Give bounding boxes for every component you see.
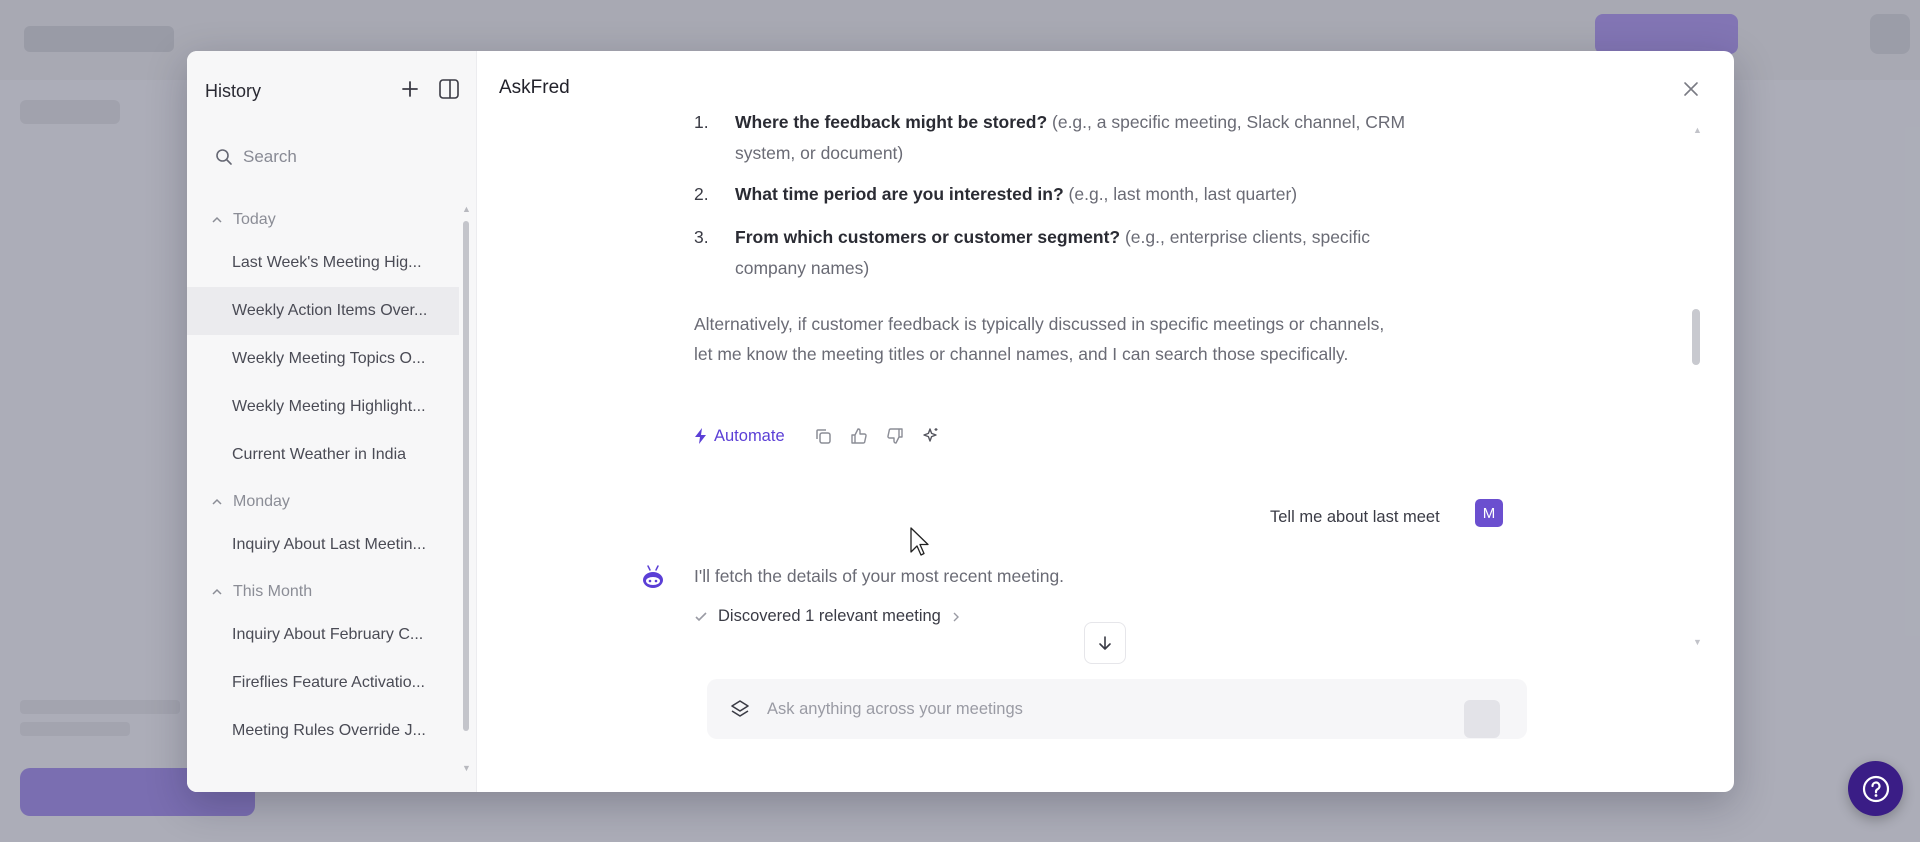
list-bold: From which customers or customer segment…	[735, 227, 1121, 247]
clarifying-question: 3. From which customers or customer segm…	[694, 222, 1414, 284]
history-item-active[interactable]: Weekly Action Items Over...	[187, 287, 459, 335]
thumbs-down-button[interactable]	[877, 421, 913, 451]
search-icon	[216, 149, 232, 165]
new-chat-button[interactable]	[394, 73, 426, 105]
sparkle-button[interactable]	[913, 421, 949, 451]
list-number: 3.	[694, 227, 709, 247]
list-bold: Where the feedback might be stored?	[735, 112, 1048, 132]
history-search[interactable]	[201, 137, 463, 177]
sidebar-scrollbar-thumb[interactable]	[463, 221, 469, 731]
user-message: Tell me about last meet	[1270, 508, 1440, 526]
chat-input[interactable]	[767, 699, 1447, 719]
group-header-this-month[interactable]: This Month	[187, 573, 459, 611]
thumbs-down-icon	[886, 428, 903, 444]
assistant-paragraph: Alternatively, if customer feedback is t…	[694, 314, 1385, 364]
user-avatar: M	[1475, 499, 1503, 527]
copy-icon	[815, 429, 831, 444]
main-title: AskFred	[499, 77, 570, 98]
bot-icon	[641, 564, 665, 595]
list-rest: (e.g., last month, last quarter)	[1063, 184, 1298, 204]
history-item[interactable]: Weekly Meeting Highlight...	[187, 383, 459, 431]
history-item[interactable]: Fireflies Feature Activatio...	[187, 659, 459, 707]
discovered-label: Discovered 1 relevant meeting	[718, 607, 941, 625]
help-button[interactable]	[1848, 761, 1903, 816]
main-scroll-up-arrow[interactable]: ▲	[1693, 125, 1702, 135]
history-list: Today Last Week's Meeting Hig... Weekly …	[187, 201, 459, 755]
clarifying-question: 1. Where the feedback might be stored? (…	[694, 107, 1414, 169]
close-icon	[1684, 82, 1698, 96]
list-bold: What time period are you interested in?	[735, 184, 1064, 204]
list-text: Where the feedback might be stored? (e.g…	[735, 107, 1415, 169]
main-scroll-down-arrow[interactable]: ▼	[1693, 637, 1702, 647]
history-title: History	[205, 81, 262, 101]
group-label: Today	[233, 211, 276, 228]
chevron-up-icon	[212, 498, 222, 505]
discovered-meetings-toggle[interactable]: Discovered 1 relevant meeting	[694, 607, 961, 626]
list-text: What time period are you interested in? …	[735, 179, 1415, 210]
history-sidebar: History Today Last Week's Meeting Hig...…	[187, 51, 477, 792]
chevron-up-icon	[212, 588, 222, 595]
mouse-cursor-icon	[910, 527, 930, 562]
help-icon	[1862, 775, 1889, 802]
assistant-reply: I'll fetch the details of your most rece…	[694, 566, 1065, 586]
copy-button[interactable]	[805, 421, 841, 451]
list-number: 2.	[694, 184, 709, 204]
history-item[interactable]: Current Weather in India	[187, 431, 459, 479]
sparkle-icon	[922, 428, 938, 442]
bolt-icon	[695, 428, 706, 444]
scroll-down-arrow[interactable]: ▼	[462, 763, 471, 773]
history-item[interactable]: Inquiry About February C...	[187, 611, 459, 659]
group-label: This Month	[233, 583, 313, 600]
send-button[interactable]	[1464, 700, 1500, 738]
chevron-right-icon	[953, 612, 959, 621]
askfred-modal: History Today Last Week's Meeting Hig...…	[187, 51, 1734, 792]
list-number: 1.	[694, 112, 709, 132]
panel-toggle-icon	[439, 79, 459, 99]
message-actions: Automate	[694, 421, 949, 451]
clarifying-question: 2. What time period are you interested i…	[694, 179, 1414, 210]
thumbs-up-icon	[850, 428, 867, 444]
toggle-sidebar-button[interactable]	[435, 75, 463, 103]
chat-input-box[interactable]	[707, 679, 1527, 739]
group-header-today[interactable]: Today	[187, 201, 459, 239]
chevron-up-icon	[212, 216, 222, 223]
check-icon	[695, 611, 707, 621]
automate-button[interactable]: Automate	[694, 427, 785, 446]
main-scrollbar-thumb[interactable]	[1692, 309, 1700, 365]
list-text: From which customers or customer segment…	[735, 222, 1415, 284]
automate-label: Automate	[714, 426, 785, 445]
history-item[interactable]: Inquiry About Last Meetin...	[187, 521, 459, 569]
close-button[interactable]	[1677, 75, 1705, 103]
history-item[interactable]: Weekly Meeting Topics O...	[187, 335, 459, 383]
group-header-monday[interactable]: Monday	[187, 483, 459, 521]
arrow-down-icon	[1099, 636, 1111, 650]
scroll-to-bottom-button[interactable]	[1084, 622, 1126, 664]
scroll-up-arrow[interactable]: ▲	[462, 204, 471, 214]
group-label: Monday	[233, 493, 290, 510]
layers-icon	[731, 700, 749, 717]
history-item[interactable]: Meeting Rules Override J...	[187, 707, 459, 755]
history-item[interactable]: Last Week's Meeting Hig...	[187, 239, 459, 287]
history-search-input[interactable]	[243, 147, 443, 167]
plus-icon	[402, 81, 418, 97]
thumbs-up-button[interactable]	[841, 421, 877, 451]
